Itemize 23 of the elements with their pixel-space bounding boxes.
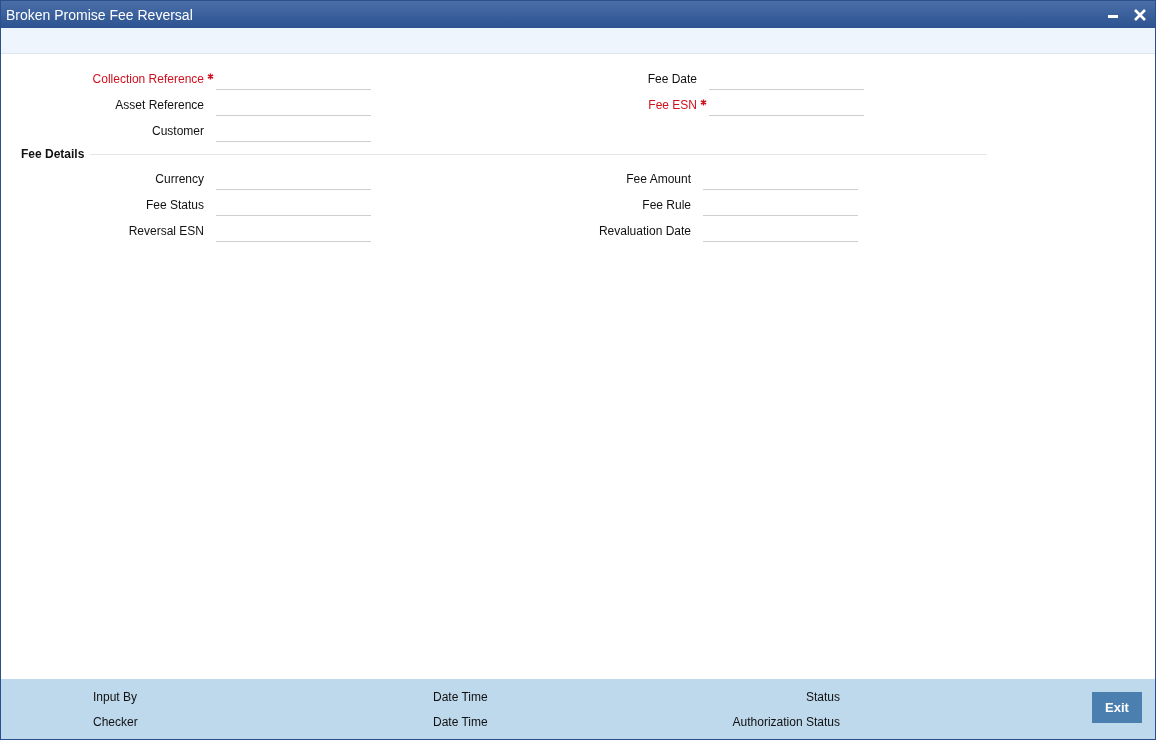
section-title: Fee Details [21,147,85,161]
field-label: Asset Reference [114,97,204,113]
footer-label: Authorization Status [732,713,840,730]
footer-label: Checker [93,713,139,730]
field-label: Fee Rule [641,197,691,213]
field-label: Customer [151,123,204,139]
field-label: Fee Date [646,71,697,87]
window-title: Broken Promise Fee Reversal [6,6,193,23]
field-label: Fee Amount [625,171,691,187]
footer-label: Date Time [433,688,489,705]
field-label: Reversal ESN [127,223,204,239]
field-label: Currency [154,171,204,187]
required-icon [699,99,707,106]
field-label: Collection Reference [91,71,204,87]
footer-label: Input By [93,688,139,705]
field-label: Fee Status [144,197,204,213]
footer-label: Date Time [433,713,489,730]
footer-label: Status [805,688,840,705]
close-icon[interactable] [1133,7,1147,22]
required-icon [206,73,214,80]
field-label: Fee ESN [647,97,697,113]
exit-button[interactable]: Exit [1092,692,1142,723]
field-label: Revaluation Date [597,223,691,239]
